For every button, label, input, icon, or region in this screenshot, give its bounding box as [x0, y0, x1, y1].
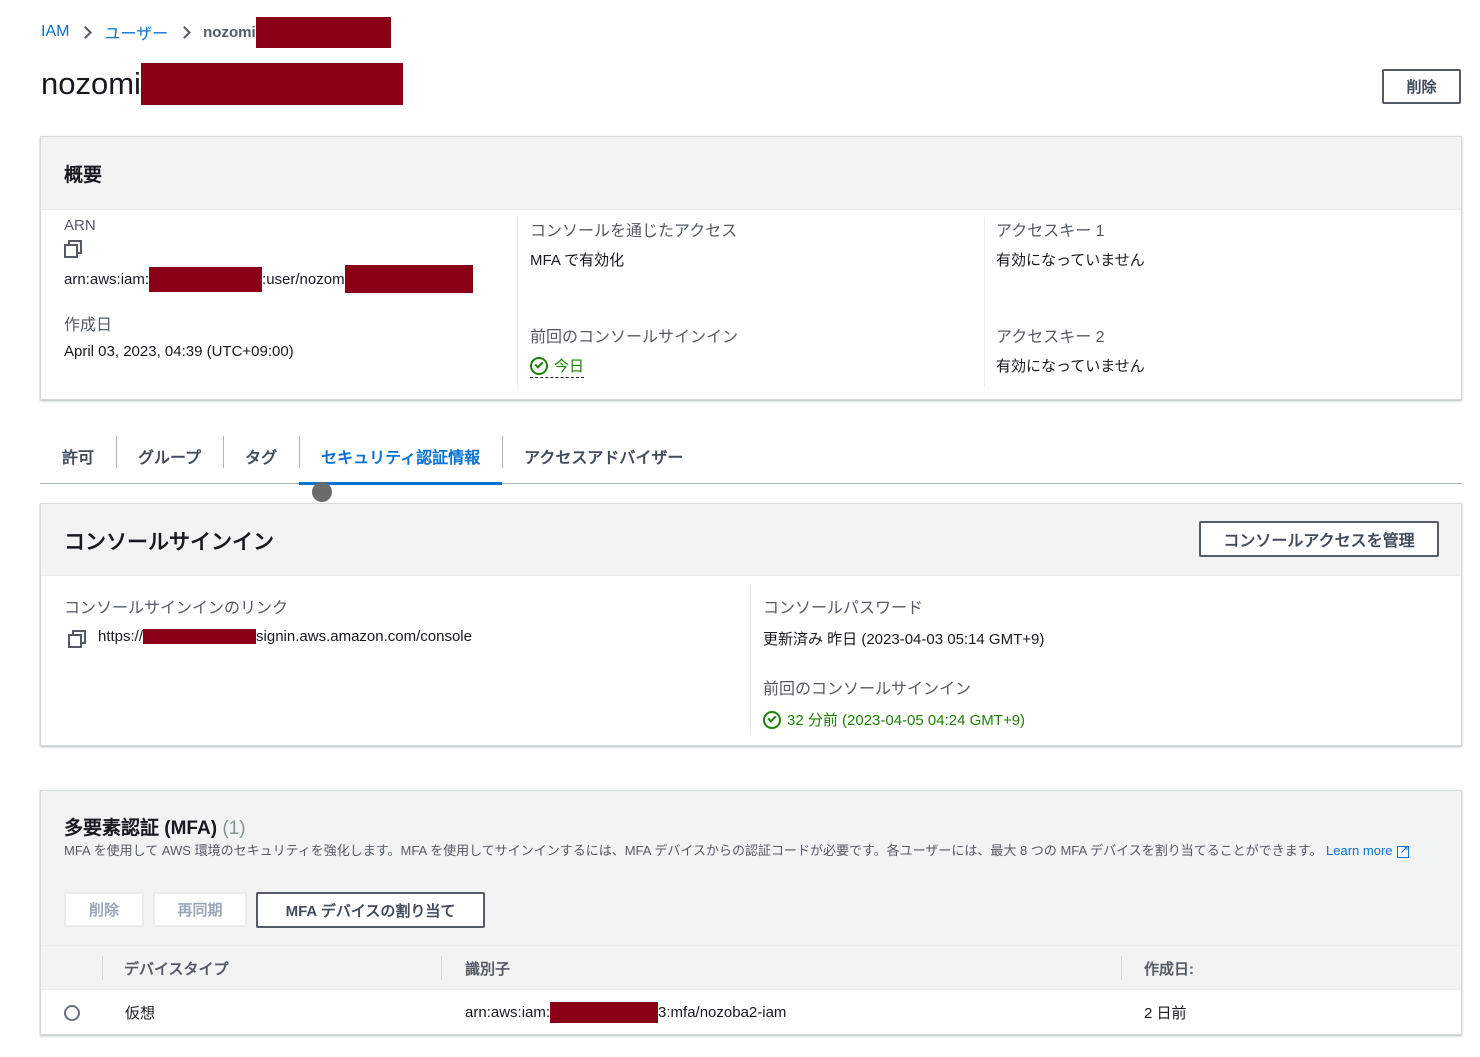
console-link-prefix: https://	[98, 628, 144, 645]
console-signin-title: コンソールサインイン	[64, 531, 274, 554]
device-type-cell: 仮想	[125, 1005, 156, 1022]
mfa-title: 多要素認証 (MFA) (1)	[64, 813, 246, 840]
copy-arn-button[interactable]	[64, 240, 473, 259]
chevron-right-icon	[79, 25, 93, 39]
radio-icon	[64, 1004, 80, 1021]
last-signin-text: 今日	[554, 358, 585, 375]
mfa-table-header: デバイスタイプ 識別子 作成日:	[41, 946, 1461, 990]
summary-title: 概要	[64, 165, 103, 186]
last-signin-label: 前回のコンソールサインイン	[530, 329, 739, 346]
arn-value: arn:aws:iam: :user/nozom	[64, 265, 473, 293]
console-link-value: https:// signin.aws.amazon.com/console	[64, 628, 472, 648]
console-password-section: コンソールパスワード 更新済み 昨日 (2023-04-03 05:14 GMT…	[763, 594, 1044, 730]
console-last-signin-text: 32 分前 (2023-04-05 04:24 GMT+9)	[787, 712, 1026, 729]
divider	[517, 217, 518, 387]
column-identifier[interactable]: 識別子	[443, 946, 510, 990]
console-last-signin-label: 前回のコンソールサインイン	[763, 681, 972, 698]
console-last-signin-value: 32 分前 (2023-04-05 04:24 GMT+9)	[763, 709, 1044, 730]
console-signin-panel: コンソールサインイン コンソールアクセスを管理 コンソールサインインのリンク h…	[40, 503, 1462, 746]
learn-more-text: Learn more	[1326, 843, 1393, 858]
console-password-label: コンソールパスワード	[763, 600, 924, 617]
mfa-description: MFA を使用して AWS 環境のセキュリティを強化します。MFA を使用してサ…	[64, 841, 1424, 860]
breadcrumb-users-link[interactable]: ユーザー	[104, 20, 168, 44]
created-label: 作成日	[64, 317, 113, 334]
column-device-type[interactable]: デバイスタイプ	[102, 946, 229, 990]
arn-label: ARN	[64, 217, 96, 234]
column-divider	[441, 956, 442, 980]
last-signin-value[interactable]: 今日	[530, 355, 585, 378]
tab-security-credentials[interactable]: セキュリティ認証情報	[299, 428, 503, 485]
console-link-section: コンソールサインインのリンク https:// signin.aws.amazo…	[64, 594, 472, 648]
tab-permissions[interactable]: 許可	[40, 428, 116, 484]
tab-tags[interactable]: タグ	[223, 428, 299, 484]
mfa-description-text: MFA を使用して AWS 環境のセキュリティを強化します。MFA を使用してサ…	[64, 843, 1323, 858]
redaction-block	[149, 266, 263, 292]
access-key2-label: アクセスキー 2	[996, 329, 1105, 346]
redaction-block	[140, 63, 403, 105]
summary-col-keys: アクセスキー 1 有効になっていません アクセスキー 2 有効になっていません	[996, 217, 1145, 376]
delete-user-button[interactable]: 削除	[1382, 69, 1461, 104]
created-value: April 03, 2023, 04:39 (UTC+09:00)	[64, 343, 294, 360]
learn-more-link[interactable]: Learn more	[1326, 841, 1409, 860]
mouse-cursor-indicator	[312, 482, 332, 502]
mfa-count: (1)	[222, 818, 246, 839]
console-password-value: 更新済み 昨日 (2023-04-03 05:14 GMT+9)	[763, 631, 1045, 648]
tab-bar: 許可 グループ タグ セキュリティ認証情報 アクセスアドバイザー	[40, 428, 1462, 485]
assign-mfa-button[interactable]: MFA デバイスの割り当て	[256, 892, 485, 928]
manage-console-access-button[interactable]: コンソールアクセスを管理	[1199, 521, 1439, 557]
identifier-cell: arn:aws:iam: 3:mfa/nozoba2-iam	[465, 990, 786, 1035]
external-link-icon	[1396, 841, 1409, 860]
console-access-label: コンソールを通じたアクセス	[530, 223, 738, 240]
summary-panel: 概要 ARN arn:aws:iam: :user/nozom 作成日 Apri…	[40, 136, 1462, 400]
console-access-value: MFA で有効化	[530, 252, 625, 269]
page-title: nozomi	[41, 62, 403, 106]
access-key1-value: 有効になっていません	[996, 252, 1145, 269]
console-link-suffix: signin.aws.amazon.com/console	[256, 628, 472, 645]
mfa-delete-button[interactable]: 削除	[64, 892, 144, 927]
breadcrumb: IAM ユーザー nozomi	[41, 16, 391, 48]
console-signin-header: コンソールサインイン コンソールアクセスを管理	[41, 504, 1461, 576]
summary-col-console: コンソールを通じたアクセス MFA で有効化 前回のコンソールサインイン 今日	[530, 217, 738, 378]
divider	[984, 217, 985, 387]
arn-suffix: :user/nozom	[262, 270, 345, 288]
redaction-block	[550, 1002, 659, 1023]
identifier-suffix: 3:mfa/nozoba2-iam	[658, 1004, 787, 1021]
mfa-panel: 多要素認証 (MFA) (1) MFA を使用して AWS 環境のセキュリティを…	[40, 790, 1462, 1035]
console-link-label: コンソールサインインのリンク	[64, 600, 289, 617]
mfa-resync-button[interactable]: 再同期	[153, 892, 247, 927]
check-circle-icon	[763, 710, 781, 729]
identifier-prefix: arn:aws:iam:	[465, 1004, 551, 1021]
divider	[750, 584, 751, 734]
row-select-radio[interactable]	[64, 990, 80, 1035]
chevron-right-icon	[178, 25, 192, 39]
table-row[interactable]: 仮想 arn:aws:iam: 3:mfa/nozoba2-iam 2 日前	[41, 990, 1461, 1035]
breadcrumb-iam-link[interactable]: IAM	[41, 23, 69, 41]
redaction-block	[255, 16, 391, 48]
copy-icon[interactable]	[68, 629, 86, 648]
redaction-block	[344, 265, 473, 293]
access-key1-label: アクセスキー 1	[996, 223, 1105, 240]
tab-access-advisor[interactable]: アクセスアドバイザー	[502, 428, 705, 484]
arn-prefix: arn:aws:iam:	[64, 270, 150, 288]
breadcrumb-current: nozomi	[203, 23, 256, 41]
summary-col-arn: ARN arn:aws:iam: :user/nozom 作成日 April 0…	[64, 217, 473, 360]
redaction-block	[143, 629, 257, 644]
summary-header: 概要	[41, 137, 1461, 210]
user-name-heading: nozomi	[41, 66, 141, 101]
tab-groups[interactable]: グループ	[116, 428, 223, 484]
created-cell: 2 日前	[1144, 1005, 1187, 1022]
mfa-header: 多要素認証 (MFA) (1) MFA を使用して AWS 環境のセキュリティを…	[41, 791, 1461, 946]
access-key2-value: 有効になっていません	[996, 358, 1145, 375]
column-created[interactable]: 作成日:	[1122, 946, 1194, 990]
check-circle-icon	[530, 356, 548, 375]
mfa-title-text: 多要素認証 (MFA)	[64, 818, 218, 839]
copy-icon	[64, 240, 82, 258]
